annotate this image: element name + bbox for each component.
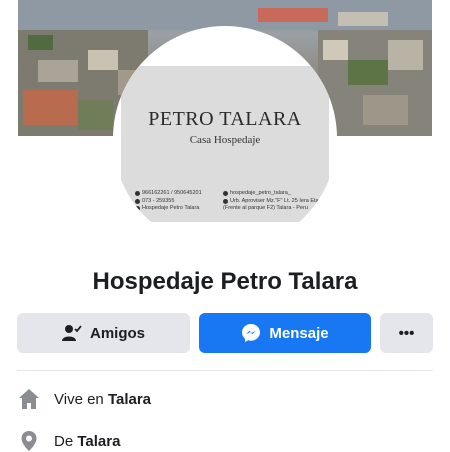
from-row: De Talara	[18, 430, 120, 452]
card-contact-left: 966162261 / 950645201 073 - 259355 Hospe…	[135, 190, 202, 213]
facebook-icon	[135, 206, 140, 212]
card-instagram: hospedaje_petro_talara_	[230, 190, 291, 196]
card-title: PETRO TALARA	[148, 108, 302, 130]
card-contact-right: hospedaje_petro_talara_ Urb. Aproviser M…	[223, 190, 325, 213]
from-text: De Talara	[54, 433, 120, 450]
page-title: Hospedaje Petro Talara	[92, 268, 358, 295]
messenger-icon	[242, 324, 261, 342]
instagram-icon	[223, 191, 228, 197]
from-prefix: De	[54, 432, 78, 450]
card-facebook: Hospedaje Petro Talara	[142, 205, 200, 211]
message-button[interactable]: Mensaje	[199, 313, 371, 353]
message-label: Mensaje	[269, 324, 329, 342]
profile-picture[interactable]: PETRO TALARA Casa Hospedaje 966162261 / …	[113, 26, 337, 250]
person-check-icon	[61, 325, 82, 341]
more-options-button[interactable]: •••	[380, 313, 433, 353]
lives-in-prefix: Vive en	[54, 390, 108, 408]
card-address2: (Frente al parque F2) Talara - Peru	[223, 205, 308, 211]
friends-button[interactable]: Amigos	[17, 313, 190, 353]
card-address1: Urb. Aproviser Mz."F" Lt. 25 Iera Etapa	[230, 197, 325, 204]
phone-icon	[135, 191, 140, 197]
divider	[17, 370, 433, 371]
card-phone1: 966162261 / 950645201	[142, 190, 202, 196]
friends-label: Amigos	[89, 324, 145, 342]
lives-in-city[interactable]: Talara	[108, 391, 151, 408]
location-pin-icon	[21, 431, 37, 451]
more-icon: •••	[398, 324, 415, 342]
from-city[interactable]: Talara	[77, 433, 120, 450]
phone-icon	[135, 198, 140, 204]
home-icon	[19, 389, 39, 409]
lives-in-text: Vive en Talara	[54, 391, 151, 408]
business-card-image: PETRO TALARA Casa Hospedaje 966162261 / …	[121, 66, 329, 222]
location-icon	[223, 198, 228, 204]
card-phone2: 073 - 259355	[142, 197, 175, 204]
card-subtitle: Casa Hospedaje	[189, 134, 261, 146]
lives-in-row: Vive en Talara	[18, 388, 151, 410]
